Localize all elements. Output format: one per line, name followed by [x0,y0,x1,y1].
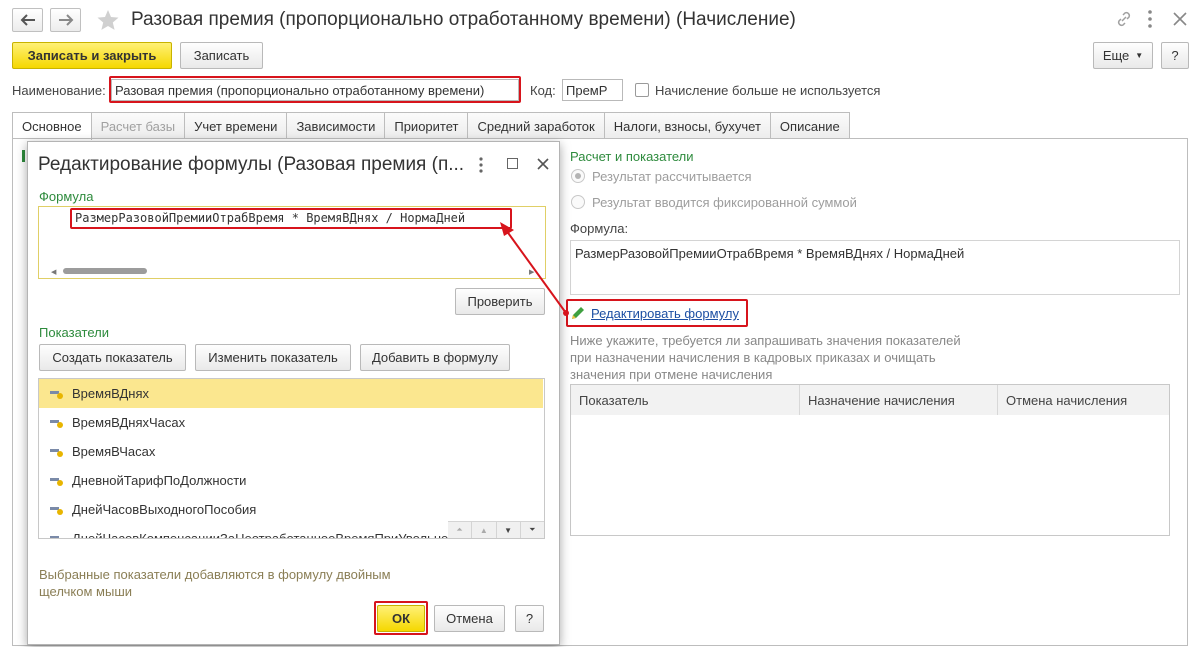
indicators-list[interactable]: ВремяВДнях ВремяВДняхЧасах ВремяВЧасах Д… [38,378,545,539]
chevron-down-icon: ▼ [1135,51,1144,60]
indicator-name: ВремяВДняхЧасах [72,415,186,430]
scroll-thumb[interactable] [63,268,147,274]
tab-priority[interactable]: Приоритет [384,112,469,139]
radio-calculated-label: Результат рассчитывается [592,169,752,184]
dialog-hint-line2: щелчком мыши [39,584,133,599]
arrow-left-icon [20,14,35,26]
radio-fixed-label: Результат вводится фиксированной суммой [592,195,857,210]
not-used-checkbox[interactable] [635,83,649,97]
create-indicator-button[interactable]: Создать показатель [39,344,186,371]
scroll-right-icon: ▶ [529,269,535,276]
right-hint-line3: значения при отмене начисления [570,367,773,382]
not-used-label: Начисление больше не используется [655,83,881,98]
help-button[interactable]: ? [1161,42,1189,69]
dialog-title: Редактирование формулы (Разовая премия (… [38,154,465,175]
calc-section-title: Расчет и показатели [570,149,694,164]
link-icon[interactable] [1115,10,1133,31]
formula-scrollbar[interactable]: ◀ ▶ [51,267,539,276]
window-title: Разовая премия (пропорционально отработа… [131,9,796,30]
formula-label: Формула: [570,221,629,236]
dialog-hint: Выбранные показатели добавляются в форму… [39,566,391,600]
back-button[interactable] [12,8,43,32]
highlight-name [109,76,521,103]
scroll-bottom-icon[interactable]: ⏷ [521,522,544,538]
tab-dependencies[interactable]: Зависимости [286,112,386,139]
tab-main[interactable]: Основное [12,112,92,140]
bg-marker [22,150,25,162]
name-label: Наименование: [12,83,106,98]
save-button[interactable]: Записать [180,42,263,69]
list-item[interactable]: ВремяВДнях [39,379,543,408]
indicator-name: ВремяВЧасах [72,444,156,459]
tab-bar: Основное Расчет базы Учет времени Зависи… [12,112,850,140]
indicator-icon [50,504,64,516]
favorite-star-icon[interactable] [96,8,120,35]
highlight-formula [70,208,512,229]
dialog-help-button[interactable]: ? [515,605,544,632]
edit-formula-dialog: Редактирование формулы (Разовая премия (… [27,141,560,645]
change-indicator-button[interactable]: Изменить показатель [195,344,351,371]
more-label: Еще [1102,48,1130,63]
more-button[interactable]: Еще ▼ [1093,42,1153,69]
col-assignment[interactable]: Назначение начисления [800,385,998,415]
forward-button[interactable] [50,8,81,32]
highlight-ok [374,601,428,635]
cancel-button[interactable]: Отмена [434,605,505,632]
radio-fixed[interactable] [571,195,585,209]
indicator-icon [50,446,64,458]
scroll-left-icon: ◀ [51,269,57,276]
code-label: Код: [530,83,556,98]
indicator-name: ДнейЧасовВыходногоПособия [72,502,257,517]
dialog-more-icon[interactable] [477,155,485,178]
indicator-icon [50,417,64,429]
indicators-section-title: Показатели [39,325,109,340]
tab-average-earnings[interactable]: Средний заработок [467,112,605,139]
indicator-name: ДневнойТарифПоДолжности [72,473,247,488]
dialog-hint-line1: Выбранные показатели добавляются в форму… [39,567,391,582]
check-button[interactable]: Проверить [455,288,545,315]
indicator-table[interactable]: Показатель Назначение начисления Отмена … [570,384,1170,536]
save-and-close-button[interactable]: Записать и закрыть [12,42,172,69]
radio-calculated[interactable] [571,169,585,183]
list-item[interactable]: ВремяВЧасах [39,437,543,466]
list-item[interactable]: ДнейЧасовВыходногоПособия [39,495,543,524]
indicator-icon [50,388,64,400]
scroll-top-icon[interactable]: ⏶ [448,522,473,538]
col-indicator[interactable]: Показатель [571,385,800,415]
right-hint: Ниже укажите, требуется ли запрашивать з… [570,332,961,383]
maximize-icon[interactable] [507,158,518,169]
col-cancellation[interactable]: Отмена начисления [998,385,1169,415]
code-input[interactable]: ПремР [562,79,623,101]
formula-display: РазмерРазовойПремииОтрабВремя * ВремяВДн… [570,240,1180,295]
dialog-close-icon[interactable] [535,155,551,176]
more-vertical-icon[interactable] [1145,8,1155,33]
indicator-icon [50,475,64,487]
tab-time-accounting[interactable]: Учет времени [184,112,288,139]
list-scroll-controls: ⏶ ▲ ▼ ⏷ [448,521,544,538]
list-item[interactable]: ДневнойТарифПоДолжности [39,466,543,495]
indicator-name: ДнейЧасовКомпенсацииЗаНеотработанноеВрем… [72,531,470,539]
right-hint-line2: при назначении начисления в кадровых при… [570,350,936,365]
indicator-icon [50,533,64,538]
close-icon[interactable] [1170,8,1190,33]
tab-taxes[interactable]: Налоги, взносы, бухучет [603,112,771,139]
highlight-edit-link [566,299,748,327]
list-item[interactable]: ВремяВДняхЧасах [39,408,543,437]
scroll-up-icon[interactable]: ▲ [472,522,497,538]
scroll-down-icon[interactable]: ▼ [497,522,521,538]
indicator-name: ВремяВДнях [72,386,150,401]
formula-section-title: Формула [39,189,94,204]
tab-description[interactable]: Описание [769,112,850,139]
tab-base-calc[interactable]: Расчет базы [90,112,186,139]
add-to-formula-button[interactable]: Добавить в формулу [360,344,510,371]
arrow-right-icon [58,14,73,26]
right-hint-line1: Ниже укажите, требуется ли запрашивать з… [570,333,961,348]
